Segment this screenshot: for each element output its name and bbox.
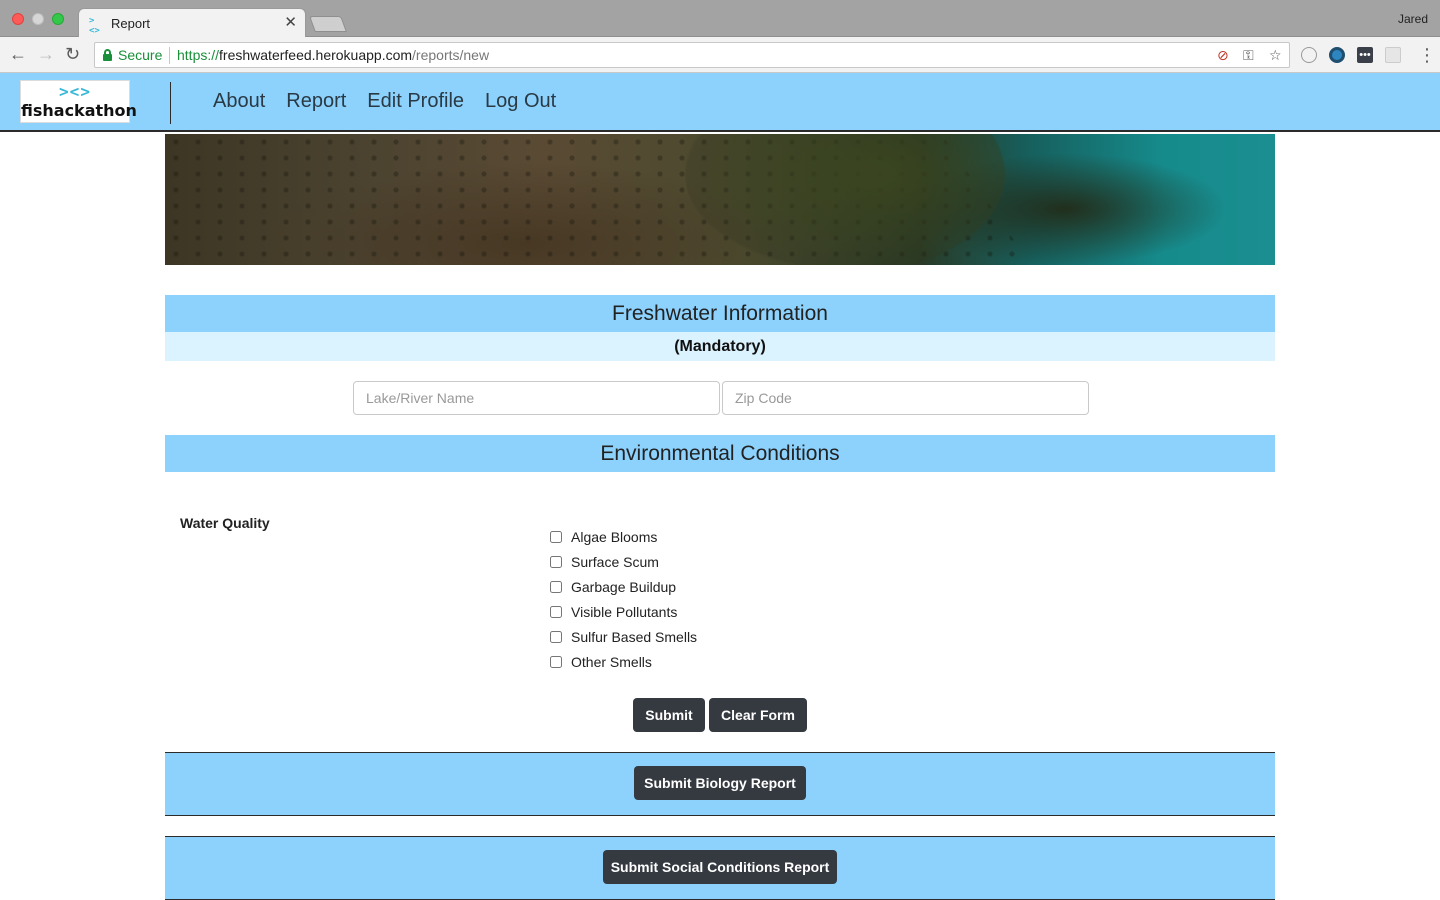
surface-scum-checkbox[interactable]: [550, 555, 562, 568]
option-sulfur-based-smells[interactable]: Sulfur Based Smells: [550, 624, 697, 649]
tab-title: Report: [111, 16, 151, 31]
extension-circle-icon[interactable]: [1301, 47, 1317, 63]
zip-code-input[interactable]: [722, 381, 1089, 415]
hero-fish-image: [165, 134, 1275, 265]
option-visible-pollutants[interactable]: Visible Pollutants: [550, 599, 697, 624]
browser-toolbar: ← → ↻ Secure https://freshwaterfeed.hero…: [0, 37, 1440, 73]
reload-icon[interactable]: ↻: [65, 44, 80, 64]
submit-social-conditions-report-button[interactable]: Submit Social Conditions Report: [603, 850, 837, 884]
nav-edit-profile[interactable]: Edit Profile: [367, 90, 464, 113]
extension-grid-icon[interactable]: [1385, 47, 1401, 63]
extension-blue-icon[interactable]: [1329, 47, 1345, 63]
new-tab-button[interactable]: [309, 16, 347, 32]
browser-titlebar: ><> Report ✕ Jared: [0, 0, 1440, 38]
garbage-buildup-checkbox[interactable]: [550, 580, 562, 593]
extension-dots-icon[interactable]: •••: [1357, 47, 1373, 63]
profile-name[interactable]: Jared: [1398, 12, 1428, 26]
address-bar[interactable]: Secure https://freshwaterfeed.herokuapp.…: [94, 42, 1290, 68]
star-icon[interactable]: ☆: [1269, 47, 1282, 64]
site-header: ><> fishackathon About Report Edit Profi…: [0, 73, 1440, 132]
visible-pollutants-checkbox[interactable]: [550, 605, 562, 618]
social-report-band: Submit Social Conditions Report: [165, 836, 1275, 900]
url-separator: [169, 47, 170, 64]
close-window-button[interactable]: [12, 13, 24, 25]
other-smells-checkbox[interactable]: [550, 655, 562, 668]
clear-form-button[interactable]: Clear Form: [709, 698, 807, 732]
forward-icon[interactable]: →: [37, 44, 55, 64]
nav-about[interactable]: About: [213, 90, 265, 113]
option-other-smells[interactable]: Other Smells: [550, 649, 697, 674]
nav-log-out[interactable]: Log Out: [485, 90, 556, 113]
browser-tab[interactable]: ><> Report ✕: [78, 8, 306, 38]
nav-report[interactable]: Report: [286, 90, 346, 113]
tab-close-icon[interactable]: ✕: [284, 13, 297, 31]
mandatory-label: (Mandatory): [165, 332, 1275, 361]
water-quality-label: Water Quality: [180, 515, 270, 531]
environmental-section-title: Environmental Conditions: [165, 435, 1275, 472]
menu-icon[interactable]: ⋮: [1418, 45, 1436, 65]
maximize-window-button[interactable]: [52, 13, 64, 25]
hero-fish-head: [685, 134, 1005, 265]
key-icon[interactable]: ⚿: [1243, 47, 1254, 64]
url-text[interactable]: https://freshwaterfeed.herokuapp.com/rep…: [177, 47, 489, 63]
water-quality-checklist: Algae Blooms Surface Scum Garbage Buildu…: [550, 524, 697, 674]
lake-river-name-input[interactable]: [353, 381, 720, 415]
freshwater-section-title: Freshwater Information: [165, 295, 1275, 332]
algae-blooms-checkbox[interactable]: [550, 530, 562, 543]
submit-biology-report-button[interactable]: Submit Biology Report: [634, 766, 806, 800]
logo-text: fishackathon: [21, 101, 137, 120]
main-nav: About Report Edit Profile Log Out: [213, 90, 556, 113]
option-garbage-buildup[interactable]: Garbage Buildup: [550, 574, 697, 599]
sulfur-based-smells-checkbox[interactable]: [550, 630, 562, 643]
minimize-window-button[interactable]: [32, 13, 44, 25]
biology-report-band: Submit Biology Report: [165, 752, 1275, 816]
option-algae-blooms[interactable]: Algae Blooms: [550, 524, 697, 549]
back-icon[interactable]: ←: [9, 44, 27, 64]
fish-logo-icon: ><>: [59, 82, 91, 101]
option-surface-scum[interactable]: Surface Scum: [550, 549, 697, 574]
lock-icon: [103, 49, 112, 61]
submit-button[interactable]: Submit: [633, 698, 705, 732]
secure-label: Secure: [118, 47, 163, 63]
fish-favicon-icon: ><>: [89, 16, 100, 36]
fishackathon-logo[interactable]: ><> fishackathon: [20, 80, 137, 123]
blocked-icon[interactable]: ⊘: [1217, 47, 1229, 64]
header-divider: [170, 82, 171, 124]
